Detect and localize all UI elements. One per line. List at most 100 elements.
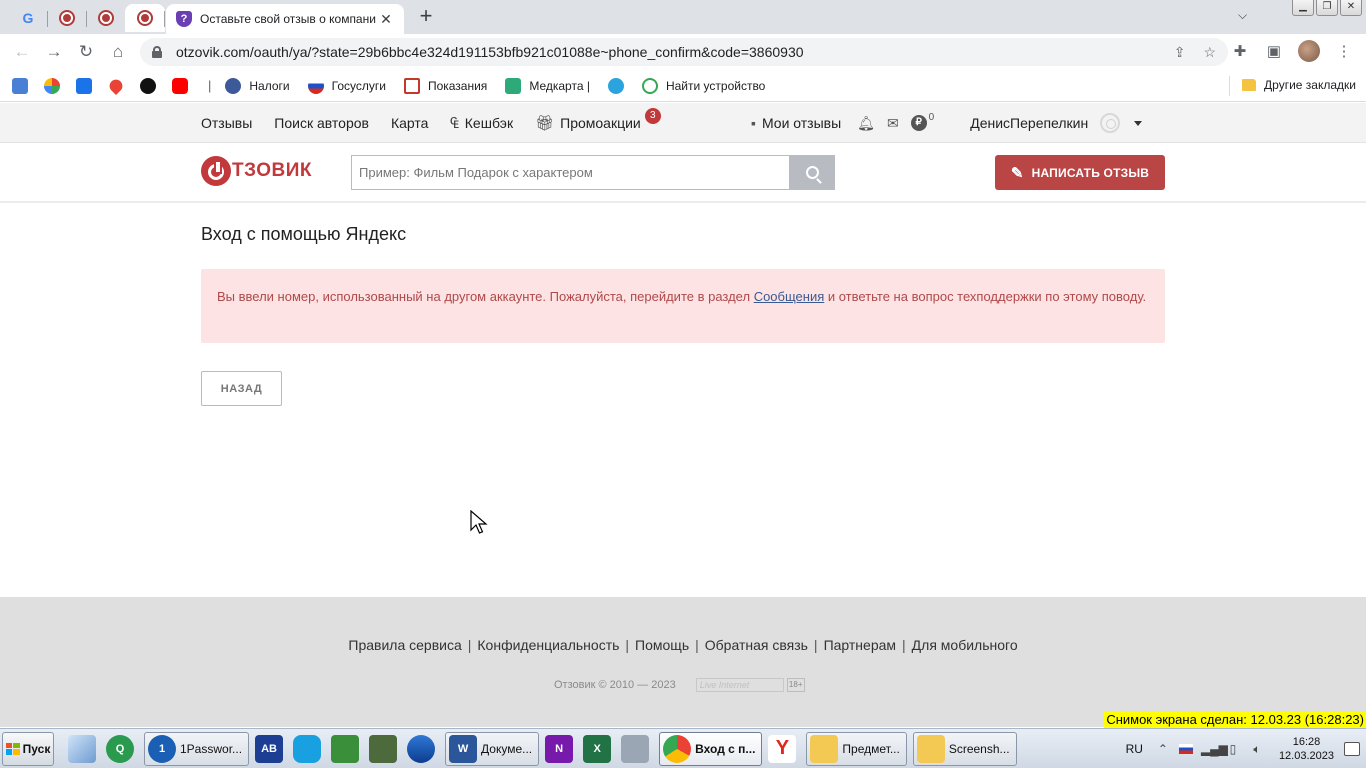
new-tab-button[interactable]: + — [414, 5, 438, 29]
footer-links: Правила сервиса | Конфиденциальность | Помощ… — [348, 637, 1018, 653]
chrome-menu-icon[interactable]: ⋮ — [1334, 41, 1354, 61]
otzovik-favicon-icon — [98, 10, 114, 26]
google-translate-icon[interactable] — [12, 77, 28, 94]
taskbar-word[interactable]: W Докуме... — [445, 731, 540, 766]
nav-promo-label: Промоакции — [560, 115, 641, 131]
quicklaunch-shield[interactable] — [293, 732, 325, 766]
tray-expand-icon[interactable]: ⌃ — [1155, 742, 1171, 756]
russian-flag-icon[interactable] — [1178, 744, 1193, 754]
taskbar-chrome[interactable]: Вход с п... — [659, 731, 763, 766]
start-button[interactable]: Пуск — [2, 731, 54, 766]
search-button[interactable] — [789, 155, 835, 190]
bookmark-item-2[interactable]: Показания — [403, 77, 487, 94]
footer-link-rules[interactable]: Правила сервиса — [348, 637, 461, 653]
address-bar[interactable]: otzovik.com/oauth/ya/?state=29b6bbc4e324… — [140, 38, 1228, 66]
nav-promo[interactable]: 🎁︎ Промоакции 3 — [535, 108, 661, 132]
mail-icon[interactable] — [76, 77, 92, 94]
system-tray: RU ⌃ ▂▄▆ ▯ 🔈︎ 16:28 12.03.2023 — [1126, 729, 1366, 768]
youtube-icon[interactable] — [172, 77, 188, 94]
other-bookmarks[interactable]: Другие закладки — [1242, 78, 1356, 92]
otzovik-logo[interactable]: ТЗОВИК — [201, 156, 312, 186]
tab-otzovik-2[interactable] — [86, 4, 126, 32]
share-icon[interactable]: ⇪ — [1174, 44, 1186, 61]
ruble-icon[interactable]: ₽ — [910, 115, 927, 131]
tab-search-chevron-icon[interactable]: ⌵ — [1238, 8, 1247, 23]
nav-reviews[interactable]: Отзывы — [201, 115, 252, 131]
footer-copyright-row: Отзовик © 2010 — 2023 Live Internet 18+ — [554, 678, 805, 692]
extensions-puzzle-icon[interactable]: ✚ — [1230, 41, 1250, 61]
nav-my-reviews[interactable]: Мои отзывы — [762, 115, 841, 131]
user-name[interactable]: ДенисПерепелкин — [970, 115, 1088, 131]
home-icon[interactable]: ⌂ — [102, 36, 134, 68]
bookmark-item-3[interactable]: Медкарта | — [505, 77, 590, 94]
search-field[interactable] — [351, 155, 790, 190]
bookmark-star-icon[interactable]: ☆ — [1203, 44, 1216, 61]
reload-icon[interactable]: ↻ — [70, 36, 102, 68]
clock[interactable]: 16:28 12.03.2023 — [1279, 735, 1334, 763]
profile-avatar[interactable] — [1298, 40, 1320, 62]
folder-icon — [1242, 79, 1257, 91]
taskbar-folder-1[interactable]: Предмет... — [806, 731, 907, 766]
age-rating-badge: 18+ — [786, 678, 805, 692]
liveinternet-counter[interactable]: Live Internet — [695, 678, 784, 692]
bookmark-item-telegram[interactable] — [607, 77, 624, 94]
side-panel-icon[interactable]: ▣ — [1264, 41, 1284, 61]
quicklaunch-excel[interactable]: X — [583, 732, 615, 766]
quicklaunch-notepad[interactable] — [68, 732, 100, 766]
close-window-button[interactable]: ✕ — [1340, 0, 1362, 16]
footer-link-partners[interactable]: Партнерам — [824, 637, 896, 653]
taskbar-folder-2[interactable]: Screensh... — [912, 731, 1017, 766]
tab-otzovik-3[interactable] — [125, 4, 165, 32]
language-indicator[interactable]: RU — [1126, 742, 1143, 756]
messages-link[interactable]: Сообщения — [754, 289, 825, 304]
nav-cashback[interactable]: ₠ Кешбэк — [450, 115, 513, 132]
restore-button[interactable]: ❐ — [1316, 0, 1338, 16]
signal-icon[interactable]: ▂▄▆ — [1201, 742, 1228, 756]
alert-text-before: Вы ввели номер, использованный на другом… — [217, 289, 754, 304]
compass-icon[interactable] — [140, 77, 156, 94]
bookmark-item-4[interactable]: Найти устройство — [641, 77, 765, 94]
screenshot-timestamp: Снимок экрана сделан: 12.03.23 (16:28:23… — [1104, 712, 1366, 728]
quicklaunch-onenote[interactable]: N — [545, 732, 577, 766]
back-button[interactable]: НАЗАД — [201, 371, 282, 406]
quicklaunch-money[interactable] — [331, 732, 363, 766]
tab-active[interactable]: ? Оставьте свой отзыв о компани ✕ — [166, 4, 404, 34]
speaker-icon[interactable]: 🔈︎ — [1249, 742, 1265, 756]
search-input[interactable] — [359, 165, 790, 180]
quicklaunch-yandex[interactable]: Y — [768, 732, 800, 766]
google-apps-icon[interactable] — [44, 77, 60, 94]
user-avatar[interactable] — [1100, 113, 1121, 133]
tab-otzovik-1[interactable] — [47, 4, 87, 32]
footer-link-help[interactable]: Помощь — [635, 637, 689, 653]
taskbar-1password[interactable]: 1 1Passwor... — [144, 731, 250, 766]
forward-arrow-icon[interactable]: → — [38, 36, 70, 68]
notification-icon[interactable] — [1344, 742, 1360, 756]
quicklaunch-q[interactable]: Q — [106, 732, 138, 766]
footer-link-feedback[interactable]: Обратная связь — [705, 637, 808, 653]
nav-map[interactable]: Карта — [391, 115, 428, 131]
lock-icon[interactable] — [152, 46, 162, 58]
bookmark-item-0[interactable]: Налоги — [225, 77, 290, 94]
footer-link-privacy[interactable]: Конфиденциальность — [477, 637, 619, 653]
write-review-button[interactable]: ✎ НАПИСАТЬ ОТЗЫВ — [995, 155, 1165, 190]
back-arrow-icon[interactable]: ← — [6, 36, 38, 68]
caret-down-icon[interactable] — [1134, 120, 1143, 126]
calculator-icon — [621, 734, 650, 763]
quicklaunch-disk[interactable] — [407, 732, 439, 766]
taskbar-app-label: Предмет... — [842, 741, 900, 756]
url-text[interactable]: otzovik.com/oauth/ya/?state=29b6bbc4e324… — [176, 44, 1156, 60]
quicklaunch-monitor[interactable] — [369, 732, 401, 766]
nav-search-authors[interactable]: Поиск авторов — [274, 115, 369, 131]
quicklaunch-ab[interactable]: AB — [255, 732, 287, 766]
close-tab-icon[interactable]: ✕ — [378, 11, 394, 28]
tab-title: Оставьте свой отзыв о компани — [200, 12, 376, 26]
envelope-icon[interactable]: ✉ — [887, 115, 899, 132]
minimize-button[interactable]: ▁ — [1292, 0, 1314, 16]
footer-link-mobile[interactable]: Для мобильного — [912, 637, 1018, 653]
device-icon[interactable]: ▯ — [1225, 742, 1241, 756]
bell-icon[interactable]: 🔔︎ — [857, 115, 875, 132]
bookmark-item-1[interactable]: Госуслуги — [307, 77, 386, 94]
tab-google[interactable]: G — [8, 4, 48, 32]
maps-pin-icon[interactable] — [106, 76, 126, 95]
quicklaunch-calculator[interactable] — [621, 732, 653, 766]
